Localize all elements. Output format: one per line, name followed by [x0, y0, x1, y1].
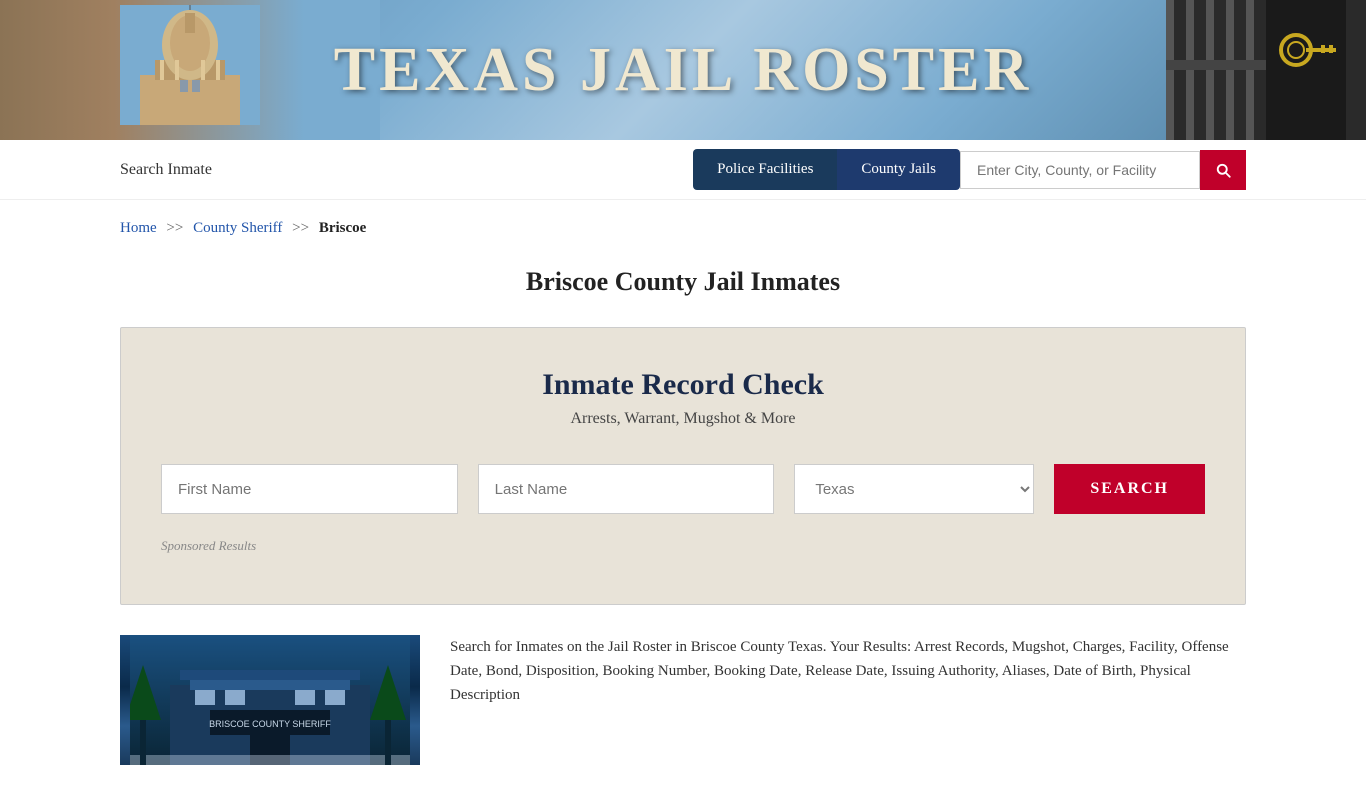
site-title: Texas Jail Roster: [334, 35, 1033, 106]
capitol-image: [0, 0, 380, 140]
breadcrumb-current: Briscoe: [319, 220, 366, 236]
svg-text:BRISCOE COUNTY SHERIFF: BRISCOE COUNTY SHERIFF: [209, 719, 331, 729]
last-name-input[interactable]: [478, 464, 775, 514]
breadcrumb-sep-1: >>: [166, 220, 183, 236]
keys-image: [1166, 0, 1366, 140]
first-name-input[interactable]: [161, 464, 458, 514]
sponsored-label: Sponsored Results: [161, 538, 1205, 554]
search-icon: [1214, 161, 1232, 179]
nav-bar: Search Inmate Police Facilities County J…: [0, 140, 1366, 200]
breadcrumb: Home >> County Sheriff >> Briscoe: [0, 200, 1366, 257]
nav-search-button[interactable]: [1200, 150, 1246, 190]
record-check-subtitle: Arrests, Warrant, Mugshot & More: [161, 410, 1205, 428]
breadcrumb-county-sheriff[interactable]: County Sheriff: [193, 220, 282, 236]
police-facilities-button[interactable]: Police Facilities: [693, 149, 837, 190]
record-check-box: Inmate Record Check Arrests, Warrant, Mu…: [120, 327, 1246, 605]
bottom-section: BRISCOE COUNTY SHERIFF Search for Inmate…: [120, 635, 1246, 795]
record-check-title: Inmate Record Check: [161, 368, 1205, 402]
header-banner: Texas Jail Roster: [0, 0, 1366, 140]
inmate-search-button[interactable]: SEARCH: [1054, 464, 1205, 514]
breadcrumb-home[interactable]: Home: [120, 220, 157, 236]
breadcrumb-sep-2: >>: [292, 220, 309, 236]
state-select[interactable]: AlabamaAlaskaArizonaArkansasCaliforniaCo…: [794, 464, 1034, 514]
facility-search-input[interactable]: [960, 151, 1200, 189]
bottom-description: Search for Inmates on the Jail Roster in…: [450, 635, 1246, 765]
record-check-form: AlabamaAlaskaArizonaArkansasCaliforniaCo…: [161, 464, 1205, 514]
search-inmate-label: Search Inmate: [120, 161, 212, 179]
county-jails-button[interactable]: County Jails: [837, 149, 960, 190]
nav-right: Police Facilities County Jails: [693, 149, 1246, 190]
facility-image: BRISCOE COUNTY SHERIFF: [120, 635, 420, 765]
page-title: Briscoe County Jail Inmates: [0, 267, 1366, 297]
